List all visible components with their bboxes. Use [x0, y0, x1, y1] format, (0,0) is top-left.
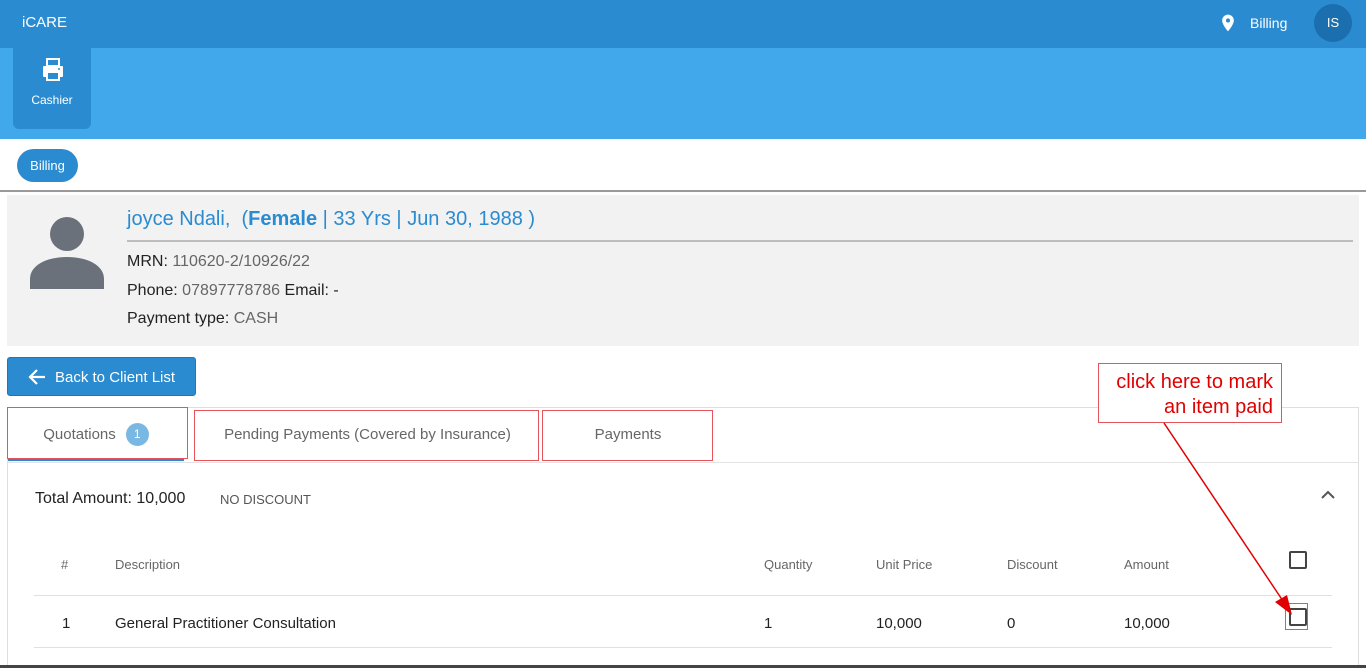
contact-line: Phone: 07897778786 Email: - — [127, 282, 339, 300]
row-description: General Practitioner Consultation — [115, 615, 336, 632]
total-amount-label: Total Amount: — [35, 490, 132, 507]
phone-value: 07897778786 — [182, 282, 281, 299]
mrn-value: 110620-2/10926/22 — [172, 253, 310, 270]
app-bar — [0, 48, 1366, 139]
highlight-box-pending-payments — [194, 410, 539, 461]
app-tile-cashier[interactable]: Cashier — [13, 48, 91, 129]
discount-note: NO DISCOUNT — [220, 492, 311, 507]
chevron-up-icon[interactable] — [1318, 488, 1338, 502]
payment-type-value: CASH — [233, 310, 279, 327]
email-label: Email: — [284, 282, 329, 299]
column-header-number: # — [61, 557, 69, 572]
column-header-quantity: Quantity — [764, 557, 813, 572]
patient-name: joyce Ndali, — [127, 208, 231, 230]
mrn-line: MRN: 110620-2/10926/22 — [127, 253, 310, 271]
top-bar: iCARE Billing IS — [0, 0, 1366, 48]
annotation-line-2: an item paid — [1164, 396, 1273, 418]
patient-dob: Jun 30, 1988 — [407, 208, 523, 230]
payment-type-label: Payment type: — [127, 310, 230, 327]
total-amount: Total Amount: 10,000 — [35, 490, 185, 508]
row-number: 1 — [62, 615, 71, 632]
user-avatar[interactable]: IS — [1314, 4, 1352, 42]
patient-age: 33 Yrs — [333, 208, 391, 230]
patient-name-line: joyce Ndali, (Female | 33 Yrs | Jun 30, … — [127, 208, 536, 230]
highlight-box-quotations — [7, 407, 188, 459]
divider — [127, 240, 1353, 242]
row-quantity: 1 — [764, 615, 773, 632]
phone-label: Phone: — [127, 282, 178, 299]
annotation-line-1: click here to mark — [1116, 371, 1273, 393]
app-title[interactable]: iCARE — [22, 14, 67, 31]
highlight-box-payments — [542, 410, 713, 461]
select-all-checkbox[interactable] — [1289, 551, 1307, 569]
row-divider — [34, 647, 1332, 648]
annotation-callout: click here to mark an item paid — [1098, 363, 1282, 423]
patient-gender: Female — [248, 208, 318, 230]
printer-icon — [43, 58, 63, 81]
mrn-label: MRN: — [127, 253, 168, 270]
nav-strip: Billing — [0, 139, 1366, 192]
patient-panel: joyce Ndali, (Female | 33 Yrs | Jun 30, … — [7, 195, 1359, 346]
person-icon — [30, 217, 104, 289]
column-header-unit-price: Unit Price — [876, 557, 933, 572]
column-header-discount: Discount — [1007, 557, 1058, 572]
payment-type-line: Payment type: CASH — [127, 310, 278, 328]
email-value: - — [333, 282, 339, 299]
location-pin-icon[interactable] — [1218, 12, 1238, 34]
column-header-description: Description — [115, 557, 181, 572]
nav-pill-billing[interactable]: Billing — [17, 149, 78, 182]
location-label[interactable]: Billing — [1250, 15, 1287, 31]
column-header-amount: Amount — [1124, 557, 1169, 572]
total-amount-value: 10,000 — [136, 490, 186, 507]
app-tile-label: Cashier — [31, 93, 73, 107]
back-to-client-list-button[interactable]: Back to Client List — [7, 357, 196, 396]
row-discount: 0 — [1007, 615, 1016, 632]
arrow-left-icon — [28, 369, 45, 385]
highlight-box-checkbox — [1285, 603, 1308, 630]
back-button-label: Back to Client List — [55, 369, 176, 386]
row-unit-price: 10,000 — [876, 615, 922, 632]
tab-divider — [8, 462, 1358, 463]
row-amount: 10,000 — [1124, 615, 1170, 632]
header-row-divider — [34, 595, 1332, 596]
